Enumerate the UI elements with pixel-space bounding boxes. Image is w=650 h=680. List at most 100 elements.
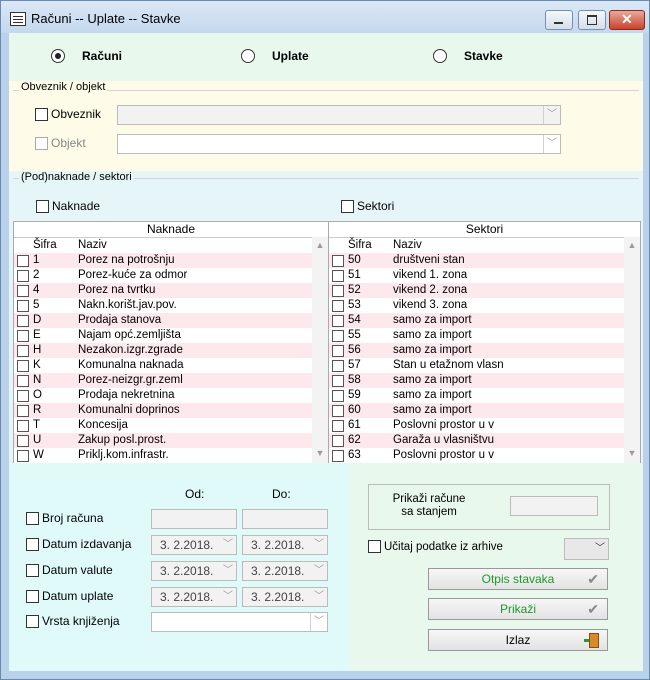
radio-uplate[interactable]: Uplate [241,49,309,63]
sektori-checkbox-box[interactable] [341,199,354,213]
table-row[interactable]: 63 Poslovni prostor u v [329,448,640,463]
radio-racuni[interactable]: Računi [51,49,122,63]
row-checkbox[interactable] [17,360,29,372]
column-header-naziv[interactable]: Naziv [393,239,422,251]
ucitaj-arhive-checkbox-box[interactable] [368,540,381,553]
row-checkbox[interactable] [17,450,29,462]
chevron-down-icon[interactable]: ﹀ [592,539,608,557]
table-row[interactable]: N Porez-neizgr.gr.zeml [14,373,328,388]
arhiva-combo[interactable]: ﹀ [564,538,609,560]
row-checkbox[interactable] [332,315,344,327]
datum-valute-do-picker[interactable]: 3. 2.2018. ﹀ [242,561,328,581]
row-checkbox[interactable] [332,285,344,297]
datum-uplate-checkbox-box[interactable] [26,589,39,603]
datum-valute-checkbox[interactable]: Datum valute [26,563,113,577]
sektori-grid[interactable]: Sektori Šifra Naziv 50 društveni stan 51 vi… [328,221,641,465]
chevron-down-icon[interactable]: ﹀ [543,106,560,124]
chevron-down-icon[interactable]: ﹀ [220,588,236,606]
row-checkbox[interactable] [17,375,29,387]
row-checkbox[interactable] [332,255,344,267]
datum-uplate-do-picker[interactable]: 3. 2.2018. ﹀ [242,587,328,607]
maximize-button[interactable] [578,10,606,30]
table-row[interactable]: D Prodaja stanova [14,313,328,328]
row-checkbox[interactable] [17,315,29,327]
table-row[interactable]: 50 društveni stan [329,253,640,268]
row-checkbox[interactable] [17,345,29,357]
objekt-checkbox-box[interactable] [35,136,48,150]
title-bar[interactable]: Računi -- Uplate -- Stavke ✕ [1,1,649,33]
table-row[interactable]: W Priklj.kom.infrastr. [14,448,328,463]
broj-racuna-checkbox[interactable]: Broj računa [26,511,103,525]
obveznik-checkbox-box[interactable] [35,107,48,121]
izlaz-button[interactable]: Izlaz [428,629,608,651]
chevron-down-icon[interactable]: ﹀ [311,588,327,606]
scroll-up-icon[interactable]: ▲ [624,240,640,254]
table-row[interactable]: O Prodaja nekretnina [14,388,328,403]
row-checkbox[interactable] [332,345,344,357]
chevron-down-icon[interactable]: ﹀ [220,536,236,554]
row-checkbox[interactable] [332,450,344,462]
broj-racuna-do-input[interactable] [242,509,328,529]
vrsta-knjizenja-checkbox[interactable]: Vrsta knjiženja [26,614,120,628]
column-header-naziv[interactable]: Naziv [78,239,107,251]
row-checkbox[interactable] [17,270,29,282]
table-row[interactable]: 54 samo za import [329,313,640,328]
column-header-sifra[interactable]: Šifra [33,239,57,251]
table-row[interactable]: H Nezakon.izgr.zgrade [14,343,328,358]
table-row[interactable]: 60 samo za import [329,403,640,418]
scroll-down-icon[interactable]: ▼ [312,448,328,462]
naknade-grid[interactable]: Naknade Šifra Naziv 1 Porez na potrošnju 2… [13,221,329,465]
radio-stavke-dot[interactable] [433,49,447,63]
vrsta-knjizenja-checkbox-box[interactable] [26,614,39,628]
row-checkbox[interactable] [17,435,29,447]
naknade-checkbox[interactable]: Naknade [36,199,100,213]
datum-uplate-checkbox[interactable]: Datum uplate [26,589,113,603]
obveznik-checkbox[interactable]: Obveznik [35,107,101,121]
table-row[interactable]: 57 Stan u etažnom vlasn [329,358,640,373]
ucitaj-arhive-checkbox[interactable]: Učitaj podatke iz arhive [368,540,503,553]
row-checkbox[interactable] [17,255,29,267]
table-row[interactable]: R Komunalni doprinos [14,403,328,418]
table-row[interactable]: K Komunalna naknada [14,358,328,373]
table-row[interactable]: 52 vikend 2. zona [329,283,640,298]
scroll-down-icon[interactable]: ▼ [624,448,640,462]
row-checkbox[interactable] [332,300,344,312]
table-row[interactable]: T Koncesija [14,418,328,433]
datum-valute-checkbox-box[interactable] [26,563,39,577]
close-button[interactable]: ✕ [609,10,645,30]
table-row[interactable]: 5 Nakn.korišt.jav.pov. [14,298,328,313]
datum-izdavanja-checkbox[interactable]: Datum izdavanja [26,537,131,551]
row-checkbox[interactable] [17,405,29,417]
datum-valute-od-picker[interactable]: 3. 2.2018. ﹀ [151,561,237,581]
scroll-up-icon[interactable]: ▲ [312,240,328,254]
radio-racuni-dot[interactable] [51,49,65,63]
radio-uplate-dot[interactable] [241,49,255,63]
prikazi-stanje-input[interactable] [510,496,598,516]
naknade-scrollbar[interactable]: ▲ ▼ [312,237,328,464]
table-row[interactable]: 4 Porez na tvrtku [14,283,328,298]
table-row[interactable]: U Zakup posl.prost. [14,433,328,448]
table-row[interactable]: 59 samo za import [329,388,640,403]
datum-izdavanja-checkbox-box[interactable] [26,537,39,551]
row-checkbox[interactable] [332,375,344,387]
row-checkbox[interactable] [17,390,29,402]
broj-racuna-checkbox-box[interactable] [26,511,39,525]
table-row[interactable]: 58 samo za import [329,373,640,388]
broj-racuna-od-input[interactable] [151,509,237,529]
row-checkbox[interactable] [17,300,29,312]
prikazi-button[interactable]: Prikaži ✔ [428,598,608,620]
datum-uplate-od-picker[interactable]: 3. 2.2018. ﹀ [151,587,237,607]
row-checkbox[interactable] [17,420,29,432]
row-checkbox[interactable] [332,270,344,282]
datum-izdavanja-od-picker[interactable]: 3. 2.2018. ﹀ [151,535,237,555]
table-row[interactable]: E Najam opć.zemljišta [14,328,328,343]
chevron-down-icon[interactable]: ﹀ [543,135,560,153]
datum-izdavanja-do-picker[interactable]: 3. 2.2018. ﹀ [242,535,328,555]
row-checkbox[interactable] [17,285,29,297]
otpis-stavaka-button[interactable]: Otpis stavaka ✔ [428,568,608,590]
table-row[interactable]: 61 Poslovni prostor u v [329,418,640,433]
chevron-down-icon[interactable]: ﹀ [220,562,236,580]
minimize-button[interactable] [545,10,573,30]
table-row[interactable]: 56 samo za import [329,343,640,358]
row-checkbox[interactable] [332,390,344,402]
